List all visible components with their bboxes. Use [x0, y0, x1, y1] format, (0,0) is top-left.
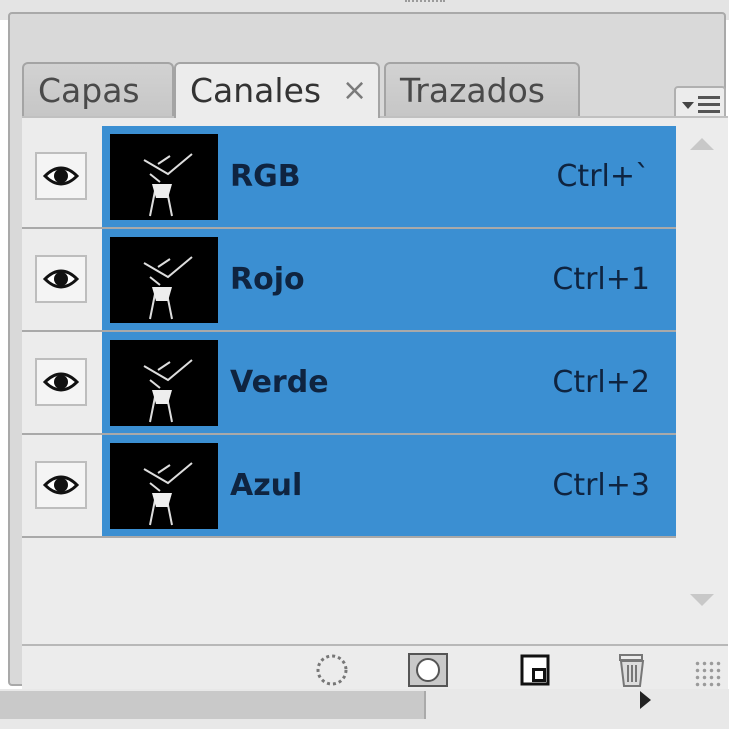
drag-grip[interactable]	[405, 0, 445, 6]
tab-label: Capas	[38, 71, 140, 110]
visibility-toggle[interactable]	[35, 152, 87, 200]
play-arrow-icon[interactable]	[640, 691, 651, 709]
channel-thumbnail	[110, 340, 218, 426]
load-selection-icon[interactable]	[310, 652, 354, 688]
channel-row-rojo[interactable]: Rojo Ctrl+1	[22, 229, 676, 332]
dropdown-arrow-icon	[682, 102, 694, 109]
channel-shortcut: Ctrl+`	[556, 159, 650, 194]
tab-canales[interactable]: Canales ×	[174, 62, 380, 118]
channel-selection[interactable]: Rojo Ctrl+1	[102, 229, 676, 330]
bird-figure-thumbnail	[143, 462, 193, 526]
horizontal-scrollbar[interactable]	[0, 689, 729, 729]
channel-name: Azul	[230, 468, 303, 503]
bird-figure-thumbnail	[143, 153, 193, 217]
close-tab-icon[interactable]: ×	[342, 64, 367, 118]
menu-lines-icon	[698, 96, 720, 114]
tab-label: Trazados	[400, 71, 545, 110]
bird-figure-thumbnail	[143, 359, 193, 423]
channels-panel: Capas Canales × Trazados RGB Ctrl+` Rojo…	[8, 12, 728, 694]
channel-list: RGB Ctrl+` Rojo Ctrl+1 Verde Ctrl+2 Azul…	[22, 126, 676, 538]
channel-name: RGB	[230, 159, 301, 194]
scroll-down-icon[interactable]	[690, 594, 714, 606]
visibility-cell	[22, 435, 102, 536]
scroll-up-icon[interactable]	[690, 138, 714, 150]
channel-list-area: RGB Ctrl+` Rojo Ctrl+1 Verde Ctrl+2 Azul…	[22, 116, 728, 644]
save-selection-mask-icon[interactable]	[406, 652, 450, 688]
channel-selection[interactable]: Verde Ctrl+2	[102, 332, 676, 433]
visibility-toggle[interactable]	[35, 461, 87, 509]
resize-grip[interactable]	[694, 660, 722, 688]
channel-selection[interactable]: Azul Ctrl+3	[102, 435, 676, 536]
channel-name: Verde	[230, 365, 329, 400]
tab-capas[interactable]: Capas	[22, 62, 174, 116]
channel-thumbnail	[110, 237, 218, 323]
visibility-toggle[interactable]	[35, 255, 87, 303]
scroll-thumb[interactable]	[0, 691, 426, 719]
channel-shortcut: Ctrl+2	[552, 365, 650, 400]
channel-shortcut: Ctrl+1	[552, 262, 650, 297]
visibility-cell	[22, 126, 102, 227]
channel-thumbnail	[110, 443, 218, 529]
vertical-scrollbar[interactable]	[676, 126, 728, 636]
visibility-cell	[22, 332, 102, 433]
tab-label: Canales	[190, 71, 322, 110]
channel-name: Rojo	[230, 262, 305, 297]
channel-shortcut: Ctrl+3	[552, 468, 650, 503]
panel-footer	[22, 644, 728, 694]
channel-selection[interactable]: RGB Ctrl+`	[102, 126, 676, 227]
tab-trazados[interactable]: Trazados	[384, 62, 580, 116]
eye-icon	[43, 372, 79, 392]
channel-thumbnail	[110, 134, 218, 220]
visibility-cell	[22, 229, 102, 330]
channel-row-verde[interactable]: Verde Ctrl+2	[22, 332, 676, 435]
trash-icon[interactable]	[610, 652, 654, 688]
eye-icon	[43, 475, 79, 495]
channel-row-azul[interactable]: Azul Ctrl+3	[22, 435, 676, 538]
bird-figure-thumbnail	[143, 256, 193, 320]
visibility-toggle[interactable]	[35, 358, 87, 406]
eye-icon	[43, 269, 79, 289]
eye-icon	[43, 166, 79, 186]
new-channel-icon[interactable]	[514, 652, 558, 688]
channel-row-rgb[interactable]: RGB Ctrl+`	[22, 126, 676, 229]
